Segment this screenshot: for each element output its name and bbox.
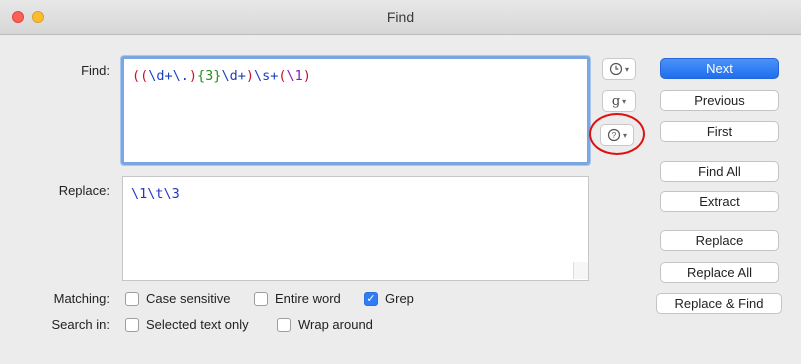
find-token: \d+\.: [148, 68, 189, 84]
replace-field[interactable]: \1\t\3: [122, 176, 589, 281]
find-token: ): [245, 68, 254, 84]
grep-label[interactable]: Grep: [385, 291, 414, 306]
selected-text-only-checkbox[interactable]: [125, 318, 139, 332]
find-token: ): [302, 68, 311, 84]
checkmark-icon: ✓: [366, 293, 376, 305]
extract-button[interactable]: Extract: [660, 191, 779, 212]
find-token: ): [188, 68, 198, 84]
title-bar: Find: [0, 0, 801, 35]
chevron-down-icon: ▾: [624, 64, 629, 74]
grep-checkbox[interactable]: ✓: [364, 292, 378, 306]
replace-field-value: \1\t\3: [131, 186, 180, 202]
find-all-button[interactable]: Find All: [660, 161, 779, 182]
clock-icon: [609, 62, 623, 76]
find-token: \d+: [221, 68, 246, 84]
entire-word-label[interactable]: Entire word: [275, 291, 341, 306]
selected-text-only-label[interactable]: Selected text only: [146, 317, 249, 332]
find-field[interactable]: ((\d+\.){3}\d+)\s+(\1): [121, 56, 590, 165]
matching-label: Matching:: [53, 291, 110, 306]
replace-all-button[interactable]: Replace All: [660, 262, 779, 283]
entire-word-checkbox[interactable]: [254, 292, 268, 306]
case-sensitive-checkbox[interactable]: [125, 292, 139, 306]
find-label: Find:: [81, 63, 110, 78]
replace-and-find-button[interactable]: Replace & Find: [656, 293, 782, 314]
window-title: Find: [386, 9, 415, 25]
wrap-around-checkbox[interactable]: [277, 318, 291, 332]
grep-icon: g: [611, 93, 621, 109]
highlight-annotation-circle: [589, 113, 645, 155]
wrap-around-label[interactable]: Wrap around: [298, 317, 373, 332]
previous-button[interactable]: Previous: [660, 90, 779, 111]
find-field-value: ((\d+\.){3}\d+)\s+(\1): [132, 68, 311, 84]
resize-handle[interactable]: [573, 262, 588, 279]
first-button[interactable]: First: [660, 121, 779, 142]
replace-label: Replace:: [58, 183, 110, 198]
find-token: {3}: [197, 68, 222, 84]
next-button[interactable]: Next: [660, 58, 779, 79]
case-sensitive-label[interactable]: Case sensitive: [146, 291, 231, 306]
chevron-down-icon: ▾: [622, 96, 627, 106]
search-in-label: Search in:: [51, 317, 110, 332]
replace-button[interactable]: Replace: [660, 230, 779, 251]
find-history-button[interactable]: ▾: [602, 58, 636, 80]
find-token: (: [278, 68, 287, 84]
find-token: \1: [286, 68, 303, 84]
find-token: ((: [132, 68, 149, 84]
find-token: \s+: [253, 68, 279, 84]
grep-pattern-button[interactable]: g ▾: [602, 90, 636, 112]
